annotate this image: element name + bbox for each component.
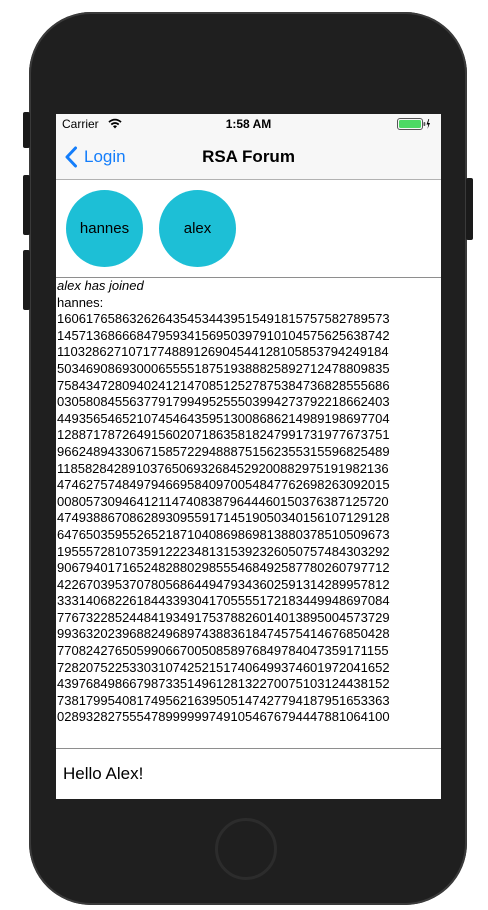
message-body: 1606176586326264354534439515491815757582… <box>57 311 440 726</box>
number-line: 0289328275554789999997491054676794447881… <box>57 709 390 725</box>
number-line: 4397684986679873351496128132270075103124… <box>57 676 390 692</box>
number-line: 1103286271071774889126904544128105853794… <box>57 344 389 360</box>
home-button[interactable] <box>215 818 277 880</box>
page-title: RSA Forum <box>202 147 295 166</box>
volume-down-button <box>23 250 30 310</box>
number-line: 1955572810735912223481315392326050757484… <box>57 543 390 559</box>
message-input-value: Hello Alex! <box>63 764 144 783</box>
navigation-bar: Login RSA Forum <box>56 134 441 180</box>
number-line: 5034690869300065555187519388825892712478… <box>57 360 390 376</box>
number-line: 9662489433067158572294888751562355315596… <box>57 443 390 459</box>
number-line: 4226703953707805686449479343602591314289… <box>57 576 390 592</box>
number-line: 9067940171652482880298555468492587780260… <box>57 560 390 576</box>
screen: Carrier 1:58 AM Login RSA Forum hannes a… <box>56 114 441 799</box>
number-line: 4749388670862893095591714519050340156107… <box>57 510 390 526</box>
number-line: 9936320239688249689743883618474575414676… <box>57 626 390 642</box>
number-line: 7584347280940241214708512527875384736828… <box>57 377 390 393</box>
power-button <box>466 178 473 240</box>
mute-switch <box>23 112 30 148</box>
volume-up-button <box>23 175 30 235</box>
status-bar: Carrier 1:58 AM <box>56 114 441 134</box>
number-line: 7381799540817495621639505147427794187951… <box>57 692 390 708</box>
number-line: 0080573094641211474083879644460150376387… <box>57 493 389 509</box>
number-line: 1457136866684795934156950397910104575625… <box>57 327 390 343</box>
battery-charging-icon <box>397 118 430 130</box>
number-line: 1606176586326264354534439515491815757582… <box>57 311 390 327</box>
message-sender: hannes: <box>57 294 104 310</box>
number-line: 4493565465210745464359513008686214989198… <box>57 410 390 426</box>
number-line: 7282075225330310742521517406499374601972… <box>57 659 390 675</box>
number-line: 4746275748497946695840970054847762698263… <box>57 477 390 493</box>
status-time: 1:58 AM <box>225 117 272 131</box>
chat-log[interactable]: alex has joined hannes: 1606176586326264… <box>56 278 441 749</box>
number-line: 3331406822618443393041705555172183449948… <box>57 593 390 609</box>
number-line: 7708242765059906670050858976849784047359… <box>57 643 389 659</box>
user-name: alex <box>183 220 212 237</box>
number-line: 6476503595526521871040869869813880378510… <box>57 526 390 542</box>
number-line: 7767322852448419349175378826014013895004… <box>57 609 390 625</box>
message-input[interactable]: Hello Alex! <box>56 749 441 799</box>
user-list: hannes alex <box>56 180 441 278</box>
user-bubble-hannes[interactable]: hannes <box>66 190 143 267</box>
user-bubble-alex[interactable]: alex <box>159 190 236 267</box>
join-notice: alex has joined <box>57 278 144 293</box>
number-line: 1185828428910376506932684529200882975191… <box>57 460 389 476</box>
user-name: hannes <box>79 220 130 237</box>
number-line: 1288717872649156020718635818247991731977… <box>57 427 390 443</box>
number-line: 0305808455637791799495255503994273792218… <box>57 394 390 410</box>
